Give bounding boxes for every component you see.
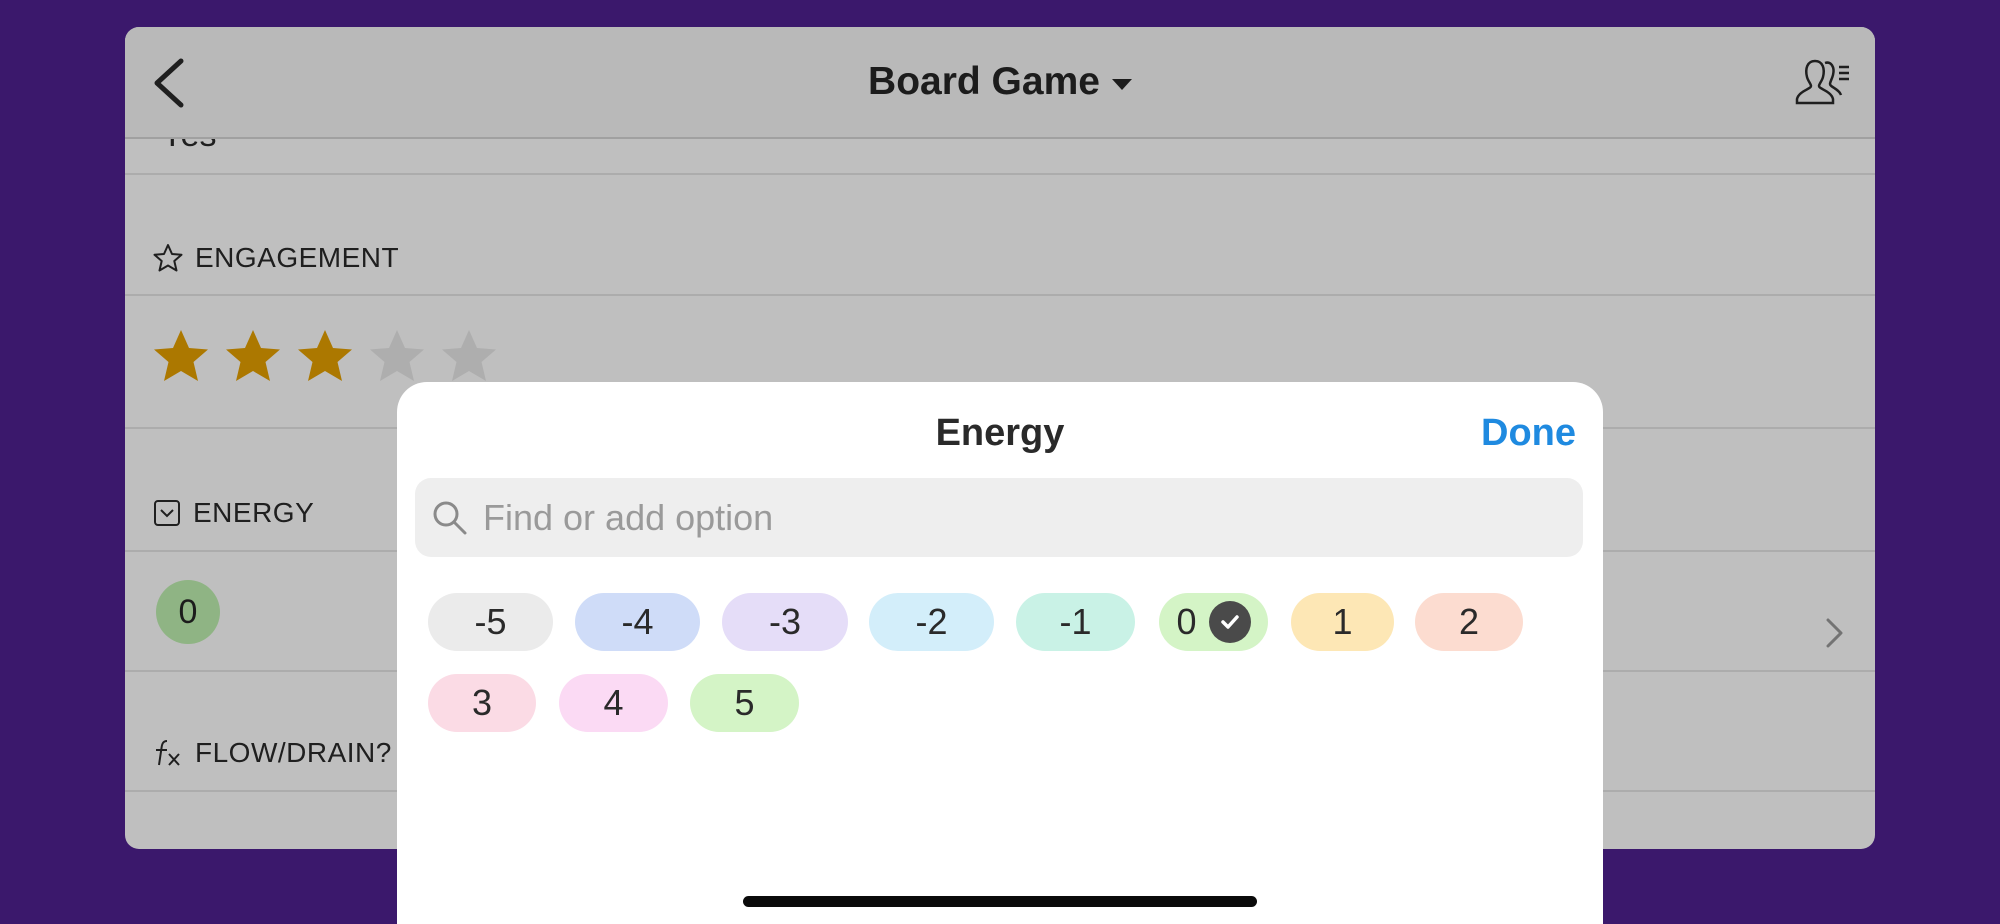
option-label: -3 [768, 601, 801, 642]
sheet-title: Energy [935, 412, 1065, 454]
option-pill[interactable]: 0 [1159, 593, 1268, 651]
search-input[interactable] [483, 496, 1563, 539]
option-label: 5 [734, 682, 755, 723]
checkmark-icon [1208, 601, 1251, 643]
search-field[interactable] [415, 478, 1583, 557]
option-label: 2 [1458, 601, 1480, 642]
option-pill[interactable]: -5 [428, 593, 553, 651]
option-pill[interactable]: -3 [722, 593, 848, 651]
option-pill[interactable]: 4 [559, 674, 668, 732]
option-label: 1 [1332, 601, 1353, 642]
option-pill[interactable]: 2 [1415, 593, 1523, 651]
option-label: -2 [915, 601, 948, 642]
option-label: -4 [621, 601, 654, 642]
option-pill[interactable]: 3 [428, 674, 536, 732]
option-pill[interactable]: -4 [575, 593, 700, 651]
done-button[interactable]: Done [1481, 412, 1576, 455]
option-pill[interactable]: 1 [1291, 593, 1394, 651]
option-label: 4 [603, 682, 624, 723]
option-pill[interactable]: -1 [1016, 593, 1135, 651]
option-pill[interactable]: 5 [690, 674, 799, 732]
option-label: 3 [471, 682, 493, 723]
option-pill[interactable]: -2 [869, 593, 994, 651]
option-label: -5 [474, 601, 507, 642]
option-label: -1 [1059, 601, 1092, 642]
search-icon [433, 501, 467, 534]
option-label: 0 [1176, 601, 1197, 642]
home-indicator [743, 896, 1257, 907]
energy-picker-sheet: Energy Done -5 -4 -3 -2 -1 0 1 2 3 4 5 [397, 382, 1603, 924]
